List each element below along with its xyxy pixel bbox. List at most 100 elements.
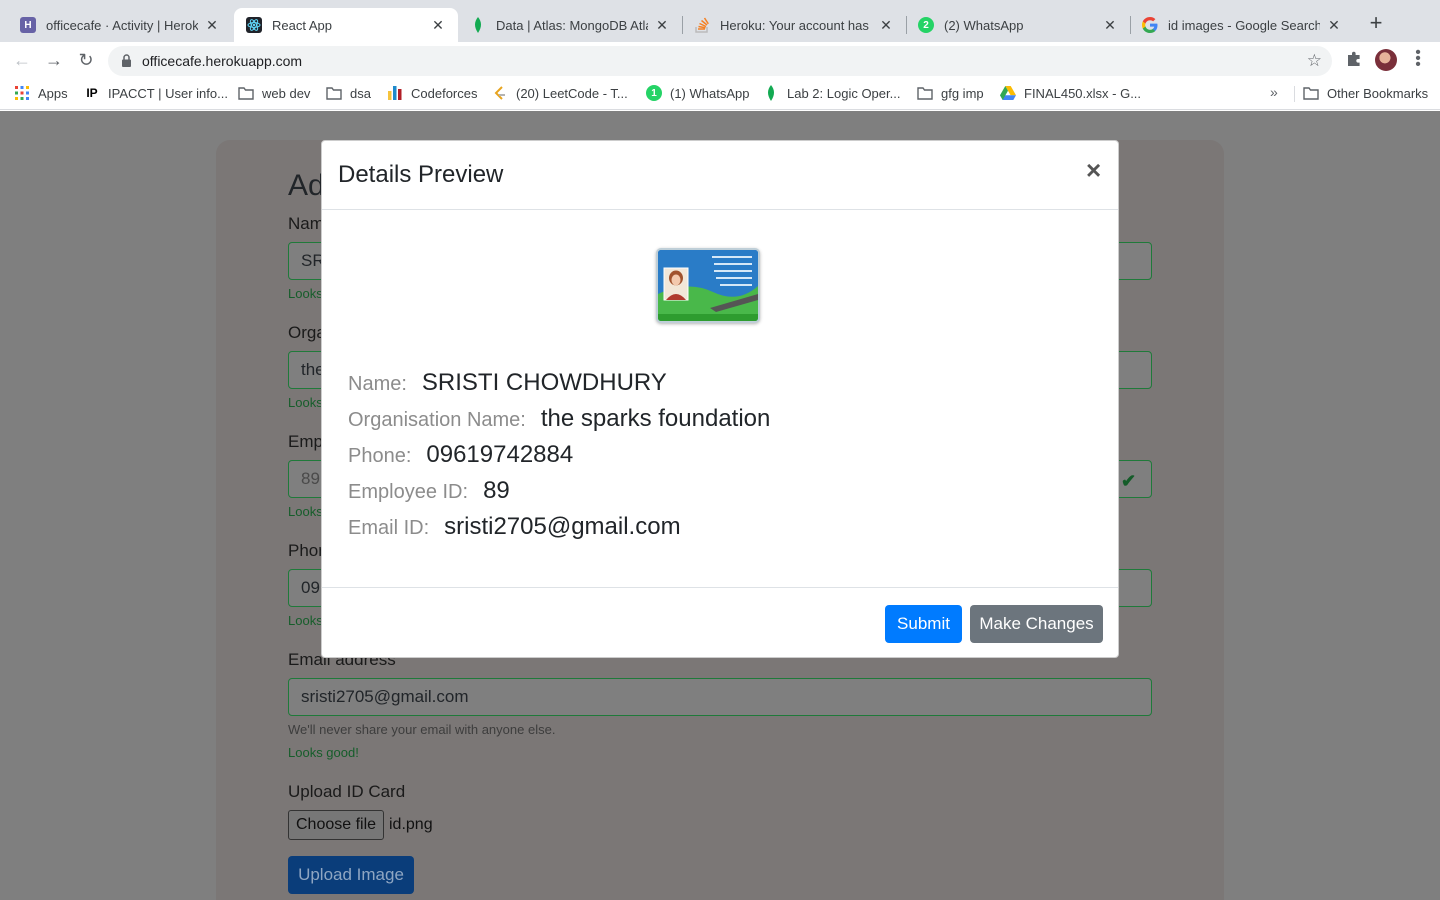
- bookmark-label: Lab 2: Logic Oper...: [787, 85, 901, 101]
- bookmark-apps[interactable]: Apps: [14, 85, 68, 101]
- email-value: sristi2705@gmail.com: [444, 513, 681, 540]
- address-bar[interactable]: officecafe.herokuapp.com ☆: [108, 46, 1332, 76]
- tab-google-search[interactable]: id images - Google Search ✕: [1130, 8, 1354, 42]
- tab-whatsapp[interactable]: 2 (2) WhatsApp ✕: [906, 8, 1130, 42]
- profile-avatar[interactable]: [1375, 49, 1397, 71]
- organisation-row: Organisation Name: the sparks foundation: [348, 405, 770, 433]
- bookmark-label: (20) LeetCode - T...: [516, 85, 628, 101]
- email-key: Email ID:: [348, 517, 430, 539]
- bookmark-ipacct[interactable]: IP IPACCT | User info...: [84, 85, 228, 101]
- modal-footer: Submit Make Changes: [322, 587, 1118, 657]
- bookmark-web-dev[interactable]: web dev: [238, 85, 310, 101]
- employee-id-key: Employee ID:: [348, 481, 469, 503]
- name-row: Name: SRISTI CHOWDHURY: [348, 369, 667, 397]
- forward-arrow-icon[interactable]: →: [44, 50, 64, 70]
- tab-title: Data | Atlas: MongoDB Atlas: [496, 17, 648, 33]
- make-changes-button[interactable]: Make Changes: [970, 605, 1103, 643]
- browser-toolbar: ← → ↻ officecafe.herokuapp.com ☆: [0, 42, 1440, 78]
- bookmark-label: IPACCT | User info...: [108, 85, 228, 101]
- bookmark-label: gfg imp: [941, 85, 984, 101]
- tab-react-app[interactable]: React App ✕: [234, 8, 458, 42]
- reload-icon[interactable]: ↻: [76, 50, 96, 70]
- tab-title: (2) WhatsApp: [944, 17, 1024, 33]
- heroku-icon: H: [20, 17, 36, 33]
- close-icon[interactable]: ×: [1086, 157, 1101, 183]
- tab-strip: H officecafe · Activity | Heroku ✕ React…: [0, 0, 1440, 42]
- modal-header: Details Preview ×: [322, 141, 1118, 210]
- folder-icon: [238, 85, 254, 101]
- email-input[interactable]: sristi2705@gmail.com: [288, 678, 1152, 716]
- tab-title: id images - Google Search: [1168, 17, 1320, 33]
- organisation-key: Organisation Name:: [348, 409, 526, 431]
- other-bookmarks[interactable]: Other Bookmarks: [1303, 85, 1428, 101]
- name-value: SRISTI CHOWDHURY: [421, 369, 667, 396]
- folder-icon: [917, 85, 933, 101]
- bookmark-gfg-imp[interactable]: gfg imp: [917, 85, 984, 101]
- bookmark-final450[interactable]: FINAL450.xlsx - G...: [1000, 85, 1141, 101]
- back-arrow-icon[interactable]: ←: [12, 50, 32, 70]
- email-row: Email ID: sristi2705@gmail.com: [348, 513, 681, 541]
- bookmark-label: dsa: [350, 85, 371, 101]
- mongodb-leaf-icon: [763, 85, 779, 101]
- mongodb-leaf-icon: [470, 17, 486, 33]
- tab-heroku-activity[interactable]: H officecafe · Activity | Heroku ✕: [8, 8, 232, 42]
- email-help-text: We'll never share your email with anyone…: [288, 722, 556, 737]
- apps-grid-icon: [14, 85, 30, 101]
- close-tab-icon[interactable]: ✕: [430, 17, 446, 34]
- submit-button[interactable]: Submit: [885, 605, 962, 643]
- bookmark-label: Apps: [38, 85, 68, 101]
- close-tab-icon[interactable]: ✕: [1102, 17, 1118, 34]
- bookmarks-bar: Apps IP IPACCT | User info... web dev ds…: [0, 78, 1440, 110]
- close-tab-icon[interactable]: ✕: [878, 17, 894, 34]
- bookmark-whatsapp[interactable]: 1 (1) WhatsApp: [646, 85, 749, 101]
- bookmark-label: (1) WhatsApp: [670, 85, 750, 101]
- organisation-valid-feedback: Looks: [288, 395, 323, 410]
- name-key: Name:: [348, 373, 407, 395]
- phone-row: Phone: 09619742884: [348, 441, 573, 469]
- upload-image-button[interactable]: Upload Image: [288, 856, 414, 894]
- leetcode-icon: [492, 85, 508, 101]
- phone-key: Phone:: [348, 445, 412, 467]
- selected-file-name: id.png: [389, 816, 433, 833]
- extensions-puzzle-icon[interactable]: [1345, 50, 1363, 68]
- employee-id-label: Emp: [288, 432, 323, 451]
- bookmark-label: FINAL450.xlsx - G...: [1024, 85, 1142, 101]
- bookmark-leetcode[interactable]: (20) LeetCode - T...: [492, 85, 628, 101]
- kebab-menu-icon[interactable]: • • •: [1412, 45, 1424, 73]
- close-tab-icon[interactable]: ✕: [654, 17, 670, 34]
- folder-icon: [1303, 85, 1319, 101]
- phone-valid-feedback: Looks: [288, 613, 323, 628]
- google-drive-icon: [1000, 85, 1016, 101]
- organisation-value: the sparks foundation: [540, 405, 771, 432]
- name-valid-feedback: Looks: [288, 286, 323, 301]
- employee-id-value: 89: [483, 477, 510, 504]
- bookmark-star-icon[interactable]: ☆: [1307, 51, 1322, 71]
- phone-value: 09619742884: [426, 441, 574, 468]
- react-icon: [246, 17, 262, 33]
- valid-checkmark-icon: ✔: [1121, 471, 1137, 491]
- close-tab-icon[interactable]: ✕: [1326, 17, 1342, 34]
- codeforces-icon: [387, 85, 403, 101]
- employee-id-row: Employee ID: 89: [348, 477, 510, 505]
- id-card-image: [656, 248, 760, 323]
- tab-heroku-account[interactable]: Heroku: Your account has re ✕: [682, 8, 906, 42]
- more-bookmarks-chevron-icon[interactable]: »: [1270, 84, 1278, 100]
- bookmark-lab2[interactable]: Lab 2: Logic Oper...: [763, 85, 900, 101]
- tab-title: Heroku: Your account has re: [720, 17, 872, 33]
- bookmark-label: Codeforces: [411, 85, 478, 101]
- details-preview-modal: Details Preview × Name: SRISTI CHOWDHURY…: [321, 140, 1119, 658]
- url-text: officecafe.herokuapp.com: [142, 53, 303, 69]
- tab-mongodb-atlas[interactable]: Data | Atlas: MongoDB Atlas ✕: [458, 8, 682, 42]
- modal-title: Details Preview: [338, 161, 504, 188]
- close-tab-icon[interactable]: ✕: [204, 17, 220, 34]
- ipacct-icon: IP: [86, 86, 98, 100]
- upload-id-label: Upload ID Card: [288, 782, 406, 801]
- bookmark-dsa[interactable]: dsa: [326, 85, 371, 101]
- bookmarks-divider: [1294, 86, 1295, 102]
- form-heading: Ad: [288, 169, 325, 202]
- bookmark-codeforces[interactable]: Codeforces: [387, 85, 477, 101]
- new-tab-plus-icon[interactable]: +: [1364, 12, 1388, 36]
- name-label: Nam: [288, 214, 324, 233]
- bookmark-label: Other Bookmarks: [1327, 85, 1429, 101]
- choose-file-button[interactable]: Choose file: [288, 810, 385, 840]
